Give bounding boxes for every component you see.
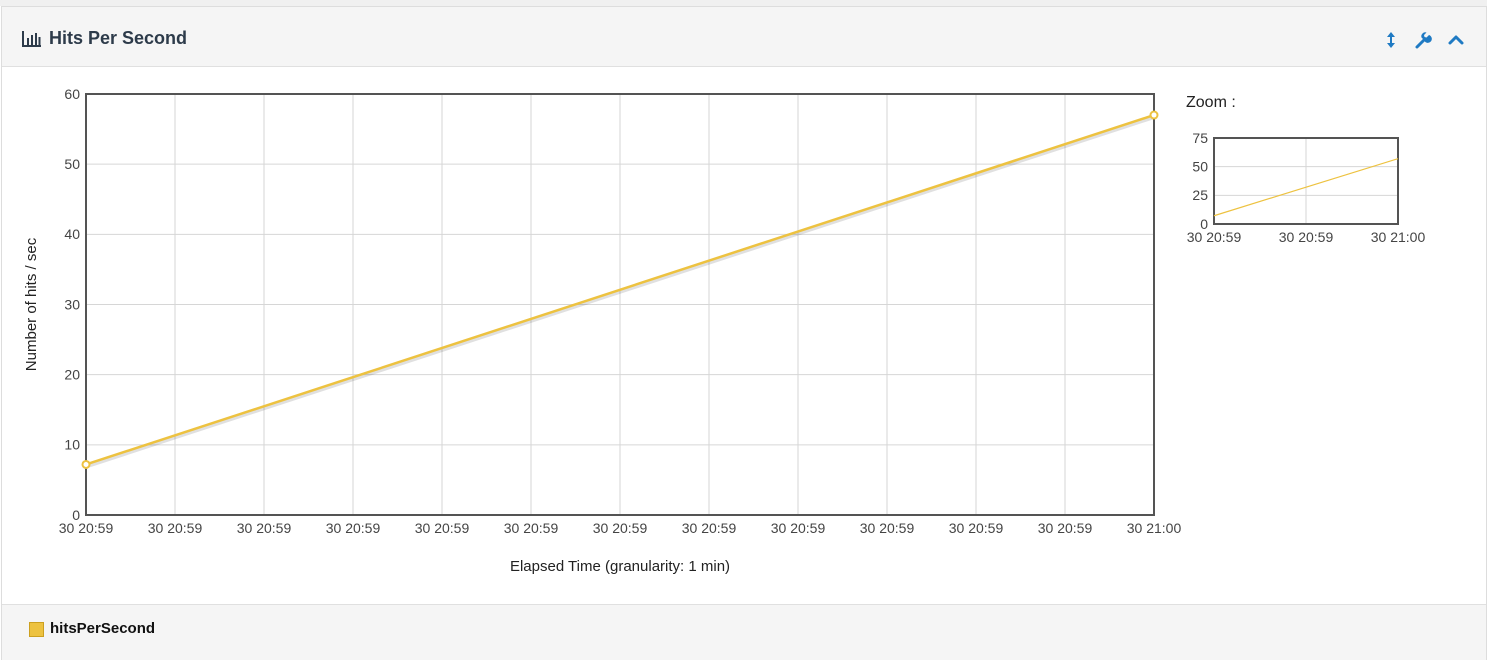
x-tick-label: 30 20:59 <box>771 520 826 536</box>
x-tick-label: 30 21:00 <box>1127 520 1182 536</box>
x-tick-label: 30 20:59 <box>59 520 114 536</box>
data-point <box>81 459 91 469</box>
wrench-icon[interactable] <box>1412 29 1434 51</box>
legend: hitsPerSecond <box>2 604 1486 660</box>
y-tick-label: 30 <box>64 296 80 312</box>
x-tick-label: 30 20:59 <box>415 520 470 536</box>
chevron-up-icon[interactable] <box>1445 29 1467 51</box>
y-tick-label: 50 <box>64 156 80 172</box>
legend-label-hits-per-second[interactable]: hitsPerSecond <box>50 620 155 637</box>
x-tick-label: 30 20:59 <box>860 520 915 536</box>
panel-title: Hits Per Second <box>49 28 188 48</box>
y-axis-title: Number of hits / sec <box>23 237 40 371</box>
panel-body: 0 10 20 30 40 50 60 30 20:59 30 20:59 30 20:59 30 … <box>2 67 1486 603</box>
legend-swatch-hits-per-second[interactable] <box>29 622 44 637</box>
x-tick-label: 30 21:00 <box>1371 229 1426 245</box>
x-tick-label: 30 20:59 <box>949 520 1004 536</box>
x-axis-title: Elapsed Time (granularity: 1 min) <box>510 558 730 575</box>
y-tick-label: 10 <box>64 437 80 453</box>
x-tick-label: 30 20:59 <box>1279 229 1334 245</box>
x-tick-label: 30 20:59 <box>148 520 203 536</box>
y-tick-label: 75 <box>1192 130 1208 146</box>
y-tick-label: 60 <box>64 86 80 102</box>
x-tick-label: 30 20:59 <box>326 520 381 536</box>
x-tick-label: 30 20:59 <box>1187 229 1242 245</box>
zoom-chart[interactable]: 025507530 20:59 30 20:59 30 21:00 <box>1162 125 1462 255</box>
y-tick-label: 50 <box>1192 159 1208 175</box>
resize-vertical-icon[interactable] <box>1380 29 1402 51</box>
y-tick-label: 20 <box>64 367 80 383</box>
x-tick-label: 30 20:59 <box>682 520 737 536</box>
y-tick-label: 40 <box>64 226 80 242</box>
hits-per-second-panel: Hits Per Second 0 10 20 30 40 50 60 30 20:59 30 … <box>1 6 1487 660</box>
data-point <box>1149 110 1159 120</box>
x-tick-label: 30 20:59 <box>593 520 648 536</box>
bar-chart-icon <box>22 31 41 47</box>
panel-heading: Hits Per Second <box>2 7 1486 67</box>
x-tick-label: 30 20:59 <box>237 520 292 536</box>
zoom-label: Zoom : <box>1186 94 1236 111</box>
main-chart: 010203040506030 20:59 30 20:59 30 20:59 30 … <box>23 86 1182 575</box>
x-tick-label: 30 20:59 <box>1038 520 1093 536</box>
x-tick-label: 30 20:59 <box>504 520 559 536</box>
y-tick-label: 25 <box>1192 187 1208 203</box>
